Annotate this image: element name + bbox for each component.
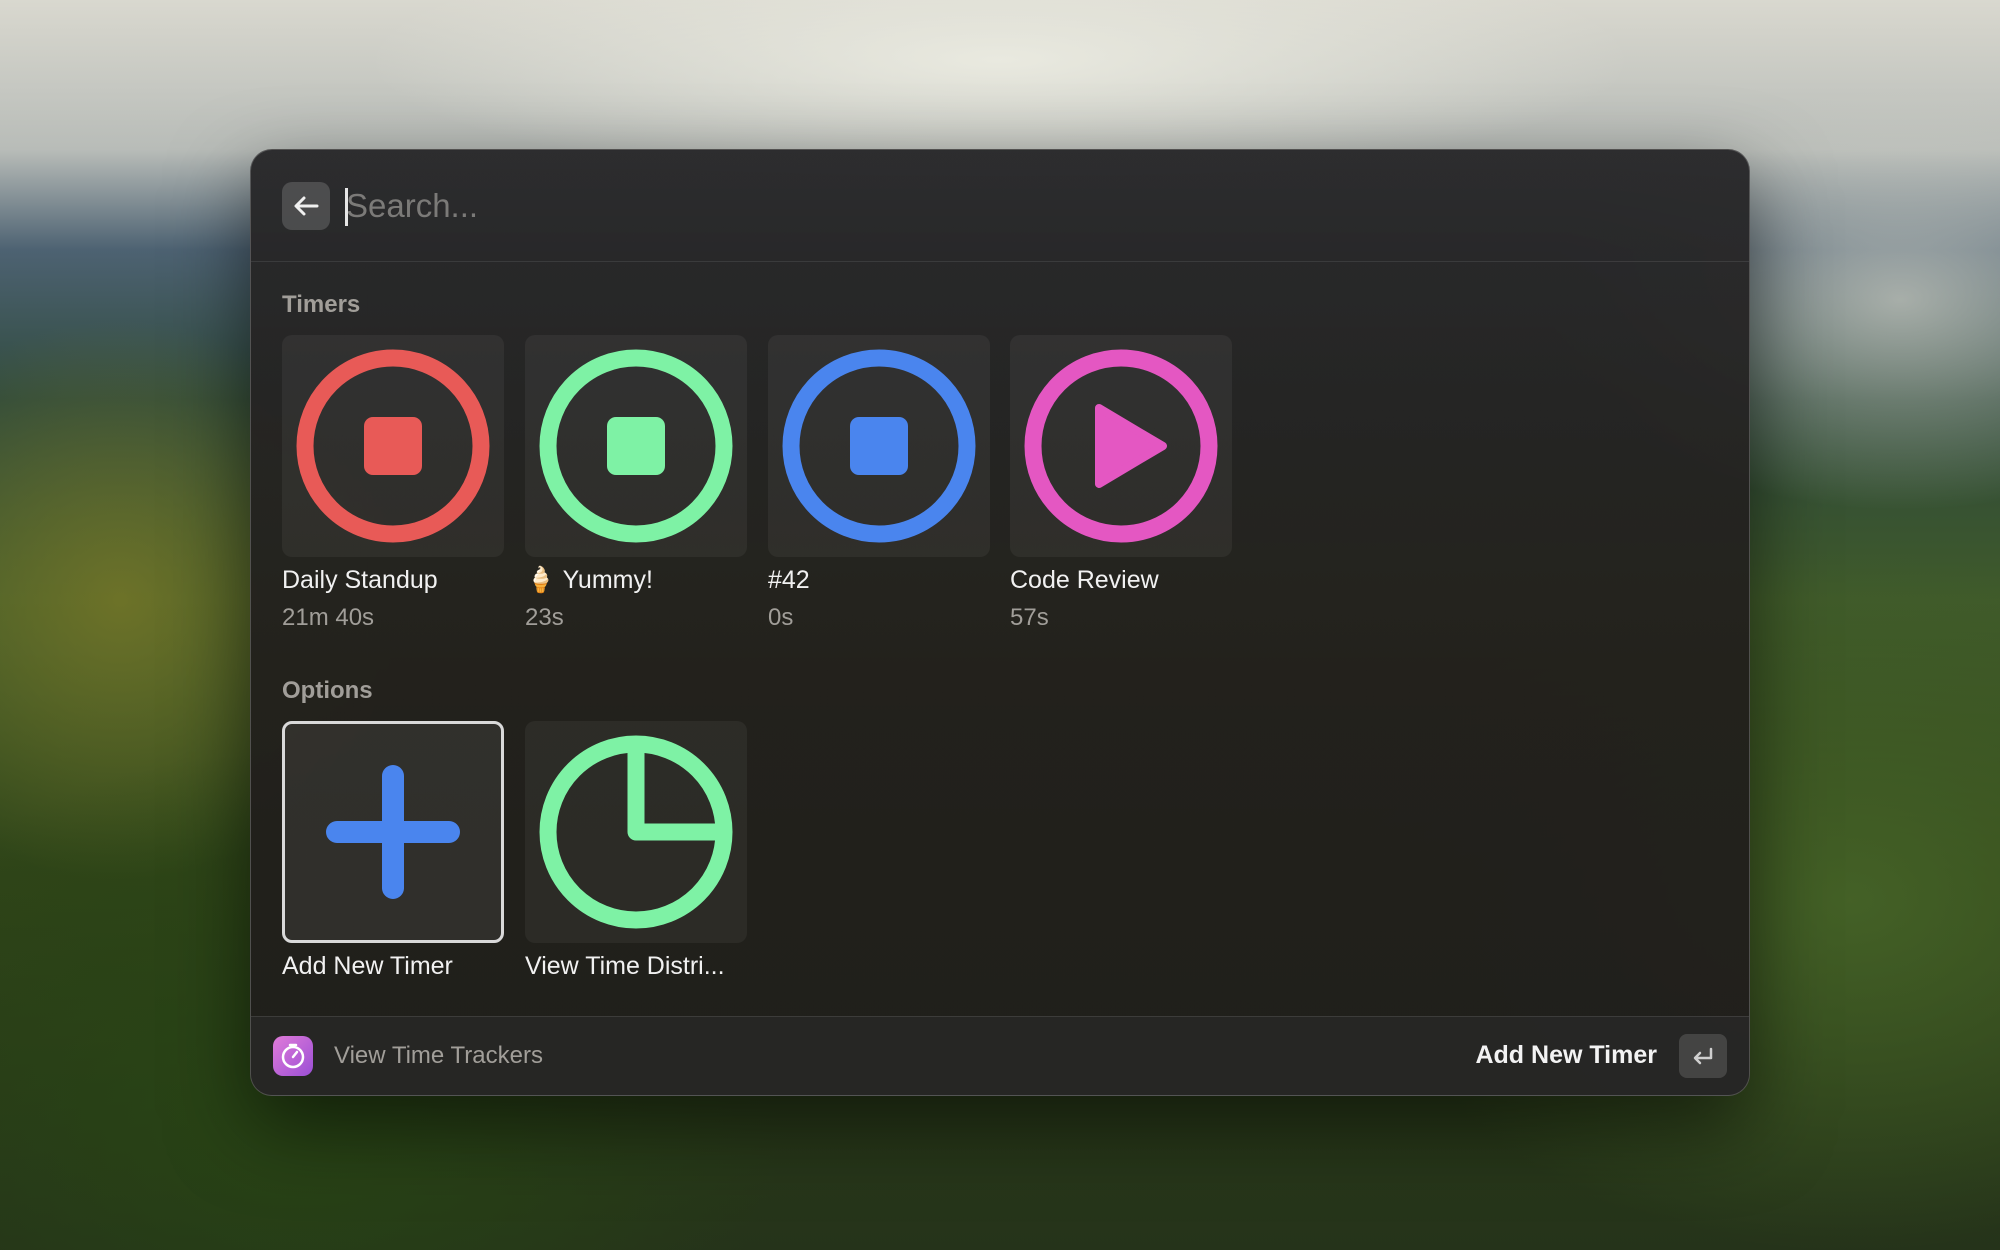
search-bar [251,150,1749,262]
text-caret [345,188,348,226]
back-button[interactable] [282,182,330,230]
timer-name: #42 [768,566,810,594]
timer-name: 🍦 Yummy! [525,566,653,594]
extension-label: View Time Trackers [334,1042,543,1069]
plus-icon [326,765,460,899]
option-tile-view-time-distribution[interactable] [525,721,747,943]
timer-elapsed: 0s [768,604,794,631]
section-title-options: Options [282,677,373,704]
timer-tile-yummy[interactable] [525,335,747,557]
launcher-window: Timers Daily Standup 21m 40s 🍦 Yummy! 23… [250,149,1750,1096]
timer-elapsed: 21m 40s [282,604,375,631]
timer-elapsed: 57s [1010,604,1049,631]
stop-icon [539,349,733,543]
stop-icon [782,349,976,543]
timer-tile-code-review[interactable] [1010,335,1232,557]
timer-tile-daily-standup[interactable] [282,335,504,557]
play-icon [1024,349,1218,543]
section-title-timers: Timers [282,291,361,318]
option-name: Add New Timer [282,952,453,980]
arrow-left-icon [294,196,319,216]
timer-name: Daily Standup [282,566,438,594]
option-tile-add-new-timer[interactable] [282,721,504,943]
primary-action-button[interactable]: Add New Timer [1475,1041,1657,1070]
timer-elapsed: 23s [525,604,564,631]
stopwatch-icon [273,1036,313,1076]
timer-tile-42[interactable] [768,335,990,557]
search-input[interactable] [346,176,1646,236]
timer-name: Code Review [1010,566,1159,594]
stop-icon [296,349,490,543]
option-name: View Time Distri... [525,952,725,980]
return-key-icon[interactable] [1679,1034,1727,1078]
action-bar: View Time Trackers Add New Timer [251,1016,1749,1095]
pie-chart-icon [539,735,733,929]
